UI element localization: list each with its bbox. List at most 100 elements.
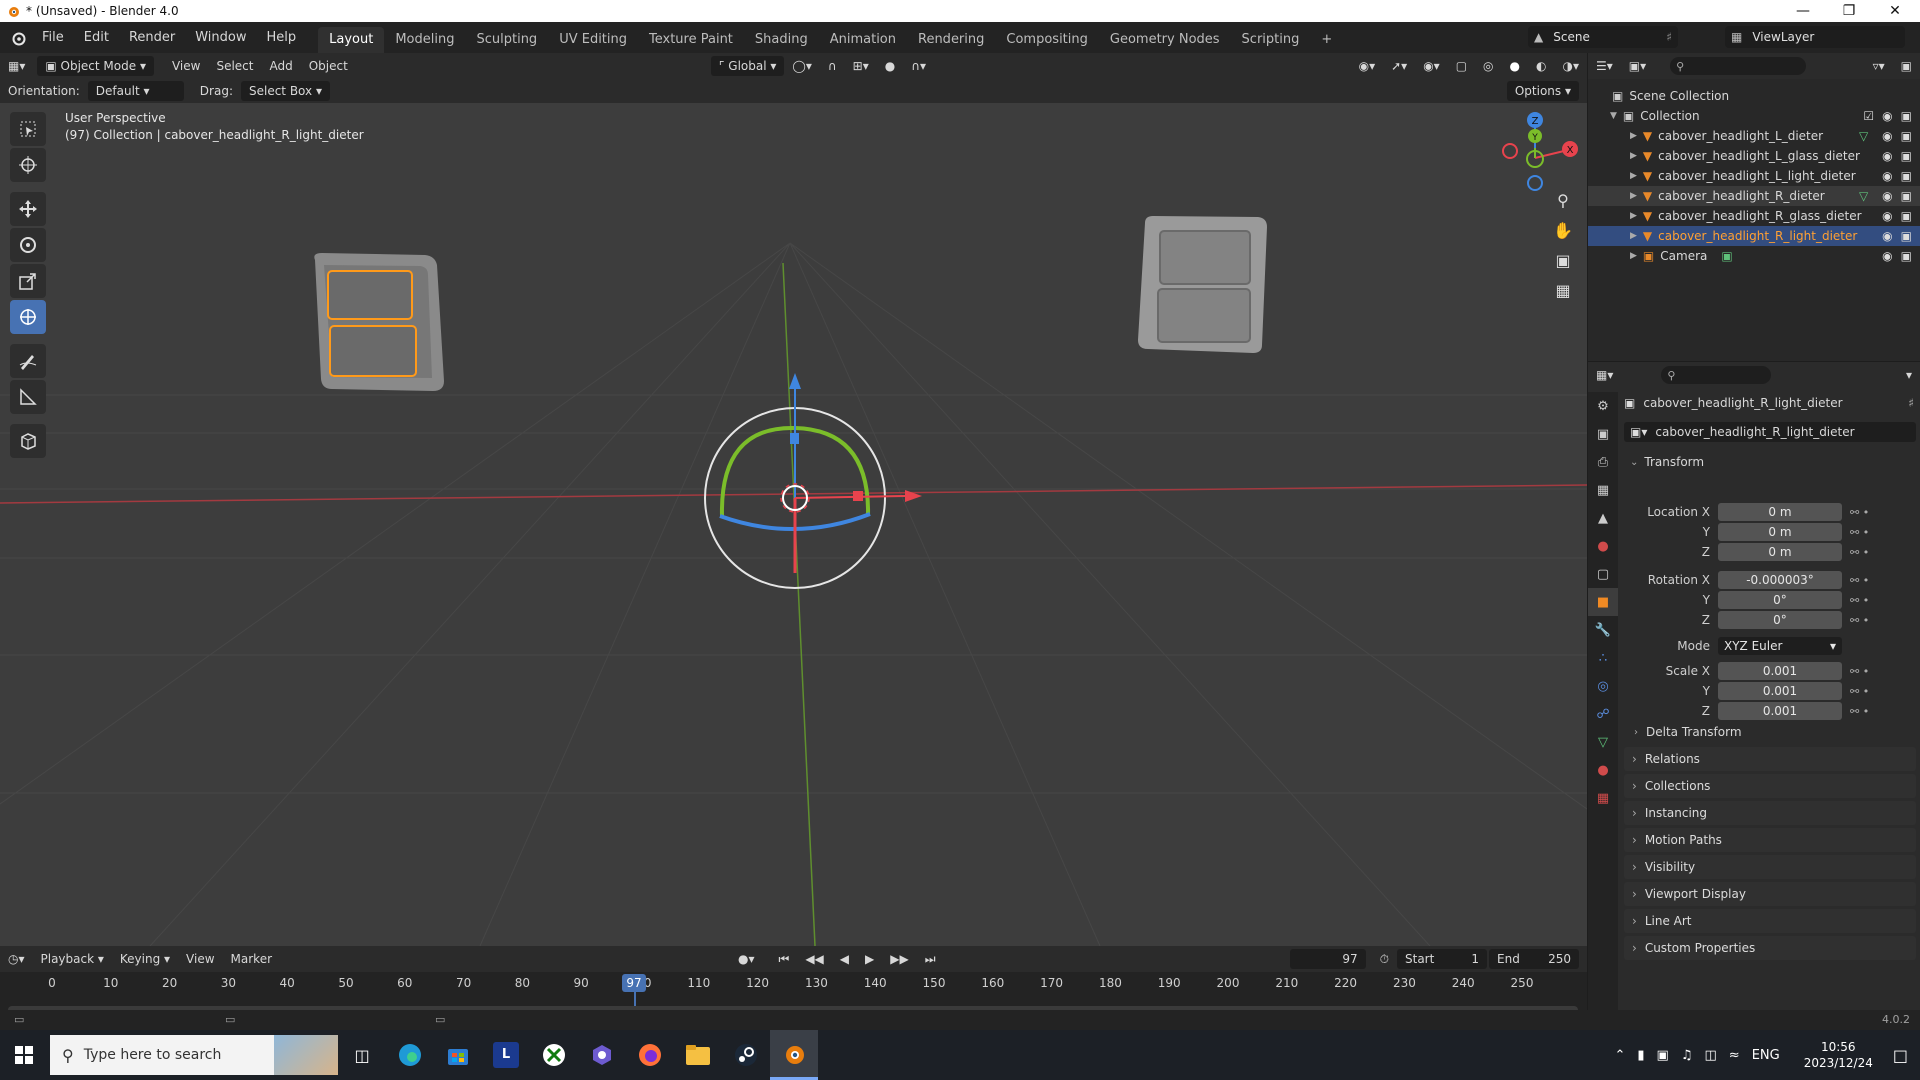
particles-tab-icon[interactable]: ∴ [1588,644,1618,672]
steam-icon[interactable] [722,1030,770,1080]
scale-y-field[interactable]: 0.001 [1718,682,1842,700]
camera-render-icon[interactable]: ▣ [1901,129,1912,143]
object-datablock-field[interactable]: ▣▾ cabover_headlight_R_light_dieter [1624,422,1916,442]
notification-icon[interactable]: □ [1893,1046,1908,1065]
rotation-x-field[interactable]: -0.000003° [1718,571,1842,589]
playhead[interactable]: 97 [622,974,646,992]
camera-render-icon[interactable]: ▣ [1901,109,1912,123]
camera-render-icon[interactable]: ▣ [1901,229,1912,243]
tray-chevron-icon[interactable]: ⌃ [1614,1048,1625,1063]
lock-icon[interactable]: ⚯ • [1850,543,1910,563]
panel-instancing[interactable]: › Instancing [1624,801,1916,825]
tab-rendering[interactable]: Rendering [907,27,995,53]
mesh-data-icon[interactable]: ▽ [1859,129,1868,143]
copilot-icon[interactable] [578,1030,626,1080]
play-reverse-icon[interactable]: ◀ [832,949,857,969]
battery-icon[interactable]: ▮ [1637,1048,1644,1063]
jump-start-icon[interactable]: ⏮ [771,949,798,969]
panel-collections[interactable]: › Collections [1624,774,1916,798]
pin-icon[interactable]: ♯ [1666,30,1672,44]
add-cube-tool-icon[interactable] [10,424,46,458]
rotate-tool-icon[interactable] [10,228,46,262]
volume-icon[interactable]: ♫ [1681,1048,1693,1063]
falloff-icon[interactable]: ∩▾ [903,56,934,76]
wireframe-shading-icon[interactable]: ◎ [1475,56,1501,76]
minimize-icon[interactable]: — [1780,0,1826,22]
close-icon[interactable]: ✕ [1872,0,1918,22]
camera-render-icon[interactable]: ▣ [1901,169,1912,183]
taskbar-search-input[interactable]: ⚲ Type here to search [50,1035,338,1075]
editor-type-icon[interactable]: ▦▾ [0,56,33,76]
scene-tab-icon[interactable]: ▲ [1588,504,1618,532]
material-tab-icon[interactable]: ● [1588,756,1618,784]
expand-right-icon[interactable]: ▶ [1630,191,1637,201]
tab-compositing[interactable]: Compositing [995,27,1099,53]
eye-icon[interactable]: ◉ [1882,249,1892,263]
expand-right-icon[interactable]: ▶ [1630,131,1637,141]
timeline-ruler[interactable]: 0102030405060708090100110120130140150160… [0,976,1587,998]
location-z-field[interactable]: 0 m [1718,543,1842,561]
tab-shading[interactable]: Shading [744,27,819,53]
texture-tab-icon[interactable]: ▦ [1588,784,1618,812]
timeline-editor-type-icon[interactable]: ◷▾ [0,949,33,969]
pin-icon[interactable]: ♯ [1908,396,1914,410]
play-icon[interactable]: ▶ [857,949,882,969]
eye-icon[interactable]: ◉ [1882,149,1892,163]
language-indicator[interactable]: ENG [1752,1048,1780,1063]
edge-browser-icon[interactable] [386,1030,434,1080]
eye-icon[interactable]: ◉ [1882,169,1892,183]
ortho-grid-icon[interactable]: ▦ [1550,281,1576,311]
location-x-field[interactable]: 0 m [1718,503,1842,521]
clock[interactable]: 10:56 2023/12/24 [1804,1039,1873,1071]
expand-right-icon[interactable]: ▶ [1630,231,1637,241]
lock-icon[interactable]: ⚯ • [1850,662,1910,682]
viewport-menu-add[interactable]: Add [261,56,300,76]
cursor-tool-icon[interactable] [10,148,46,182]
outliner-item[interactable]: ▶ ▼ cabover_headlight_R_dieter ▽ ◉ ▣ [1588,186,1920,206]
menu-window[interactable]: Window [185,22,256,53]
expand-right-icon[interactable]: ▶ [1630,171,1637,181]
eye-icon[interactable]: ◉ [1882,129,1892,143]
transform-panel-header[interactable]: ⌄ Transform [1624,450,1916,474]
constraints-tab-icon[interactable]: ☍ [1588,700,1618,728]
camera-data-icon[interactable]: ▣ [1721,249,1732,263]
render-tab-icon[interactable]: ▣ [1588,420,1618,448]
current-frame-field[interactable]: 97 [1289,949,1366,969]
delta-transform-subpanel[interactable]: › Delta Transform [1634,725,1742,739]
tab-scripting[interactable]: Scripting [1231,27,1311,53]
camera-tray-icon[interactable]: ▣ [1657,1048,1669,1063]
camera-view-icon[interactable]: ▣ [1550,251,1576,281]
eye-icon[interactable]: ◉ [1882,229,1892,243]
rendered-shading-icon[interactable]: ◑▾ [1555,56,1588,76]
material-shading-icon[interactable]: ◐ [1528,56,1554,76]
zoom-icon[interactable]: ⚲ [1550,191,1576,221]
transform-orientation-selector[interactable]: ⌜ Global ▾ [710,56,785,76]
expand-down-icon[interactable]: ▼ [1610,111,1617,121]
rotation-z-field[interactable]: 0° [1718,611,1842,629]
jump-end-icon[interactable]: ⏭ [917,949,944,969]
collection-tab-icon[interactable]: ▢ [1588,560,1618,588]
prev-keyframe-icon[interactable]: ◀◀ [797,949,831,969]
data-tab-icon[interactable]: ▽ [1588,728,1618,756]
snap-icon[interactable]: ∩ [820,56,845,76]
outliner-item[interactable]: ▶ ▼ cabover_headlight_R_glass_dieter ◉ ▣ [1588,206,1920,226]
lock-icon[interactable]: ⚯ • [1850,682,1910,702]
collapse-icon[interactable]: ⌄ [1630,457,1638,468]
camera-render-icon[interactable]: ▣ [1901,189,1912,203]
tool-tab-icon[interactable]: ⚙ [1588,392,1618,420]
outliner-item[interactable]: ▶ ▼ cabover_headlight_L_glass_dieter ◉ ▣ [1588,146,1920,166]
tab-geometry-nodes[interactable]: Geometry Nodes [1099,27,1231,53]
outliner-search-input[interactable]: ⚲ [1670,57,1807,75]
restore-icon[interactable]: ❐ [1826,0,1872,22]
orientation-selector[interactable]: Default ▾ [87,81,184,101]
start-frame-field[interactable]: Start 1 [1397,949,1487,969]
annotate-tool-icon[interactable] [10,344,46,378]
viewport-canvas[interactable]: Z X Y [0,103,1587,946]
viewport-menu-object[interactable]: Object [301,56,356,76]
timeline-menu-marker[interactable]: Marker [223,949,280,969]
outliner-editor-type-icon[interactable]: ☰▾ [1588,56,1621,76]
rotation-mode-select[interactable]: XYZ Euler ▾ [1718,637,1842,655]
move-tool-icon[interactable] [10,192,46,226]
tab-modeling[interactable]: Modeling [384,27,465,53]
l-app-icon[interactable]: L [482,1030,530,1080]
